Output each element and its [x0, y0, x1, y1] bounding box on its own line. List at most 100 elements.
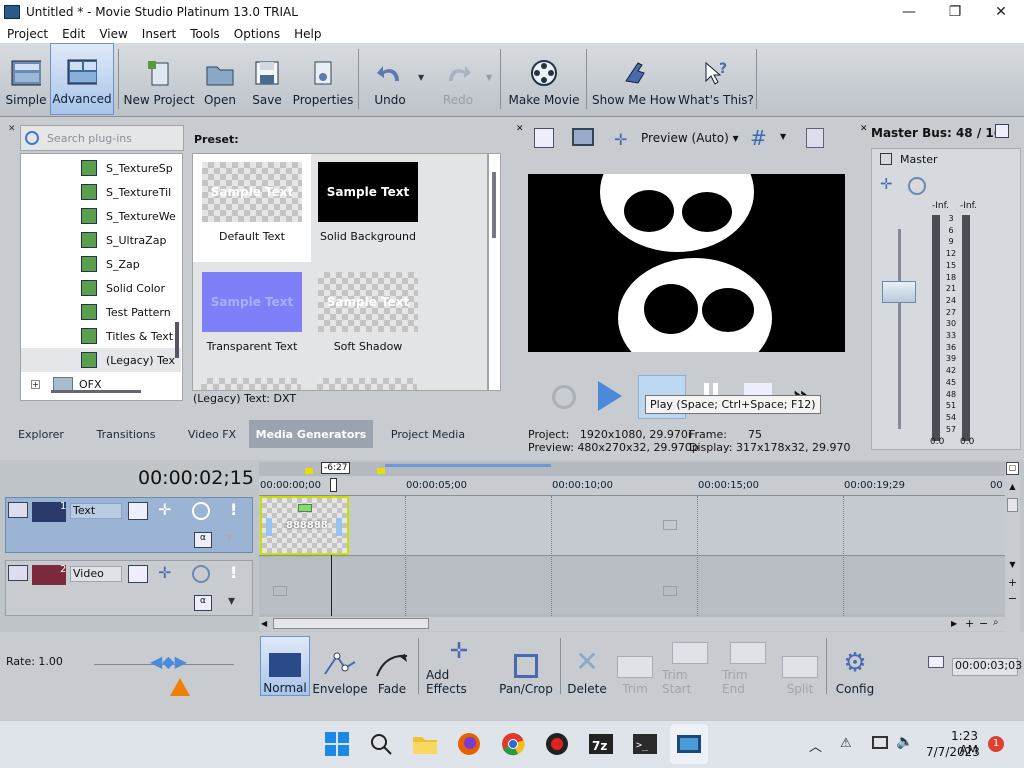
- panel-grip[interactable]: ✕: [6, 124, 16, 404]
- tree-hscrollbar[interactable]: [51, 390, 141, 393]
- master-close-icon[interactable]: ✕: [860, 124, 868, 134]
- tree-item[interactable]: S_Zap: [21, 252, 181, 276]
- search-plugins-input[interactable]: Search plug-ins: [20, 125, 184, 151]
- tree-item[interactable]: Test Pattern: [21, 300, 181, 324]
- tree-item[interactable]: S_TextureWe: [21, 204, 181, 228]
- track-lane-video[interactable]: [259, 558, 1005, 614]
- zoom-out-icon[interactable]: −: [1006, 592, 1019, 605]
- compositing-mode-icon[interactable]: α: [194, 532, 212, 548]
- search-icon[interactable]: [368, 731, 394, 757]
- clip-trim-right[interactable]: [336, 518, 342, 536]
- undo-dropdown-icon[interactable]: ▼: [418, 73, 424, 82]
- menu-edit[interactable]: Edit: [55, 27, 92, 41]
- preset-transparent-text[interactable]: Sample Text Transparent Text: [193, 264, 311, 372]
- track-header-video[interactable]: 2 Video ✛ ! α ▾: [5, 560, 253, 616]
- menu-insert[interactable]: Insert: [135, 27, 183, 41]
- timeline-ruler[interactable]: 00:00:00;00 00:00:05;00 00:00:10;00 00:0…: [259, 476, 1005, 496]
- track-name[interactable]: Video: [70, 566, 122, 582]
- screen-recorder-icon[interactable]: [544, 731, 570, 757]
- save-button[interactable]: Save: [248, 43, 286, 115]
- rate-marker-icon[interactable]: [170, 678, 190, 696]
- text-event-clip[interactable]: 888888: [260, 496, 349, 555]
- menu-view[interactable]: View: [92, 27, 134, 41]
- timeline-hscroll[interactable]: ◀ ▶ + − ⌕: [259, 617, 1005, 631]
- envelope-edit-tool[interactable]: Envelope: [312, 636, 368, 696]
- track-name[interactable]: Text: [70, 503, 122, 519]
- master-properties-icon[interactable]: [995, 124, 1009, 138]
- config-button[interactable]: ⚙ Config: [834, 636, 876, 696]
- show-hidden-icons[interactable]: ︿: [809, 736, 822, 755]
- display-icon[interactable]: [872, 736, 888, 749]
- normal-edit-tool[interactable]: Normal: [260, 636, 310, 696]
- compositing-mode-icon[interactable]: α: [194, 595, 212, 611]
- track-expand-icon[interactable]: [8, 502, 28, 518]
- show-me-how-button[interactable]: Show Me How: [592, 43, 676, 115]
- trim-end-button[interactable]: Trim End: [722, 636, 774, 696]
- preset-scrollbar[interactable]: [488, 153, 501, 391]
- clip-trim-left[interactable]: [266, 518, 272, 536]
- menu-tools[interactable]: Tools: [183, 27, 227, 41]
- tab-project-media[interactable]: Project Media: [373, 420, 483, 448]
- menu-project[interactable]: Project: [0, 27, 55, 41]
- clock-date[interactable]: 7/7/2023: [926, 745, 980, 759]
- h-zoom-out-icon[interactable]: −: [979, 617, 988, 630]
- delete-button[interactable]: ✕ Delete: [566, 636, 608, 696]
- h-zoom-in-icon[interactable]: +: [965, 617, 974, 630]
- undo-button[interactable]: Undo: [366, 43, 414, 115]
- timeline-menu-icon[interactable]: ▢: [1006, 462, 1019, 475]
- tree-item[interactable]: S_TextureSp: [21, 156, 181, 180]
- simple-button[interactable]: Simple: [4, 43, 48, 115]
- track-header-text[interactable]: 1 Text ✛ ! α ▾: [5, 497, 253, 553]
- shuttle-icon[interactable]: ◀◆▶: [150, 652, 187, 671]
- advanced-button[interactable]: Advanced: [50, 43, 114, 115]
- tab-video-fx[interactable]: Video FX: [175, 420, 249, 448]
- scroll-down-icon[interactable]: ▼: [1006, 560, 1019, 573]
- track-level-icon[interactable]: ▾: [226, 530, 233, 546]
- timeline-vscroll[interactable]: ▢ ▲ ▼ + −: [1005, 462, 1020, 632]
- external-monitor-icon[interactable]: [572, 128, 594, 146]
- tab-transitions[interactable]: Transitions: [77, 420, 175, 448]
- tree-item[interactable]: S_TextureTil: [21, 180, 181, 204]
- preview-properties-icon[interactable]: [534, 128, 554, 148]
- tree-item-selected[interactable]: (Legacy) Tex: [21, 348, 181, 372]
- minimize-button[interactable]: —: [886, 0, 932, 24]
- maximize-button[interactable]: ❐: [932, 0, 978, 24]
- redo-dropdown-icon[interactable]: ▼: [486, 73, 492, 82]
- zoom-in-icon[interactable]: +: [1006, 576, 1019, 589]
- zoom-tool-icon[interactable]: ⌕: [993, 617, 999, 628]
- seven-zip-icon[interactable]: 7z: [588, 731, 614, 757]
- vscroll-thumb[interactable]: [1007, 498, 1018, 512]
- loop-region-bar[interactable]: -6:27: [259, 462, 1005, 476]
- tree-scrollbar[interactable]: [175, 322, 179, 358]
- end-time-field[interactable]: 00:00:03;03: [952, 658, 1022, 676]
- file-explorer-icon[interactable]: [412, 731, 438, 757]
- notification-badge[interactable]: 1: [988, 736, 1004, 752]
- whats-this-button[interactable]: ? What's This?: [678, 43, 754, 115]
- chrome-icon[interactable]: [500, 731, 526, 757]
- track-solo-icon[interactable]: !: [230, 563, 237, 582]
- tree-item[interactable]: Solid Color: [21, 276, 181, 300]
- track-solo-icon[interactable]: !: [230, 500, 237, 519]
- properties-button[interactable]: Properties: [293, 43, 353, 115]
- new-project-button[interactable]: New Project: [123, 43, 195, 115]
- split-button[interactable]: Split: [778, 636, 822, 696]
- trim-start-button[interactable]: Trim Start: [662, 636, 718, 696]
- plugin-tree[interactable]: S_TextureSp S_TextureTil S_TextureWe S_U…: [20, 153, 183, 401]
- tree-item[interactable]: Titles & Text: [21, 324, 181, 348]
- trim-button[interactable]: Trim: [614, 636, 656, 696]
- open-button[interactable]: Open: [200, 43, 240, 115]
- scroll-up-icon[interactable]: ▲: [1006, 482, 1019, 495]
- menu-help[interactable]: Help: [287, 27, 328, 41]
- clip-fx-icon[interactable]: [298, 504, 312, 512]
- expand-icon[interactable]: +: [31, 379, 40, 389]
- add-effects-button[interactable]: ✛ Add Effects: [426, 636, 492, 696]
- tab-media-generators[interactable]: Media Generators: [249, 420, 373, 448]
- track-expand-icon[interactable]: [8, 565, 28, 581]
- track-mute-icon[interactable]: [192, 502, 210, 520]
- loop-start-marker[interactable]: [305, 468, 313, 474]
- track-lane-text[interactable]: [259, 496, 1005, 556]
- tab-explorer[interactable]: Explorer: [5, 420, 77, 448]
- volume-icon[interactable]: 🔈: [896, 734, 913, 750]
- preview-quality-dropdown[interactable]: Preview (Auto) ▾: [641, 131, 739, 145]
- terminal-icon[interactable]: >_: [632, 731, 658, 757]
